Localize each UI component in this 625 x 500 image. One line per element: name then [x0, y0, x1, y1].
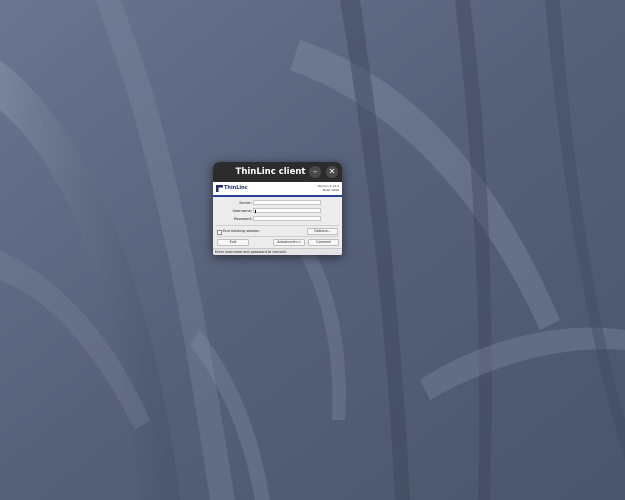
end-session-label: End existing session	[223, 229, 260, 233]
username-label: Username:	[232, 209, 252, 213]
divider	[216, 236, 339, 237]
options-button[interactable]: Options...	[307, 228, 338, 235]
thinlinc-login-window: ThinLinc client – ✕ ThinLinc Version 4.1…	[213, 162, 342, 255]
username-row: Username:	[213, 208, 342, 214]
password-input[interactable]	[253, 216, 321, 221]
password-label: Password:	[234, 217, 252, 221]
advanced-button[interactable]: Advanced<<	[273, 239, 305, 246]
thinlinc-logo-icon	[216, 185, 223, 192]
window-titlebar[interactable]: ThinLinc client – ✕	[213, 162, 342, 182]
username-input[interactable]	[253, 208, 321, 213]
version-info: Version 4.12.0 Build 1690	[317, 184, 339, 192]
branding-header: ThinLinc Version 4.12.0 Build 1690	[213, 182, 342, 195]
build-line: Build 1690	[322, 188, 339, 192]
server-row: Server:	[213, 200, 342, 206]
server-label: Server:	[239, 201, 252, 205]
logo-text: ThinLinc	[224, 185, 248, 191]
text-caret	[255, 209, 256, 213]
end-session-checkbox[interactable]	[217, 230, 222, 235]
divider	[216, 225, 339, 226]
header-accent-rule	[213, 195, 342, 197]
status-bar: Enter username and password to connect.	[213, 248, 342, 255]
minimize-icon[interactable]: –	[309, 166, 321, 178]
close-icon[interactable]: ✕	[326, 166, 338, 178]
connect-button[interactable]: Connect	[308, 239, 339, 246]
exit-button[interactable]: Exit	[217, 239, 249, 246]
server-input[interactable]	[253, 200, 321, 205]
status-text: Enter username and password to connect.	[215, 250, 287, 254]
password-row: Password:	[213, 216, 342, 222]
